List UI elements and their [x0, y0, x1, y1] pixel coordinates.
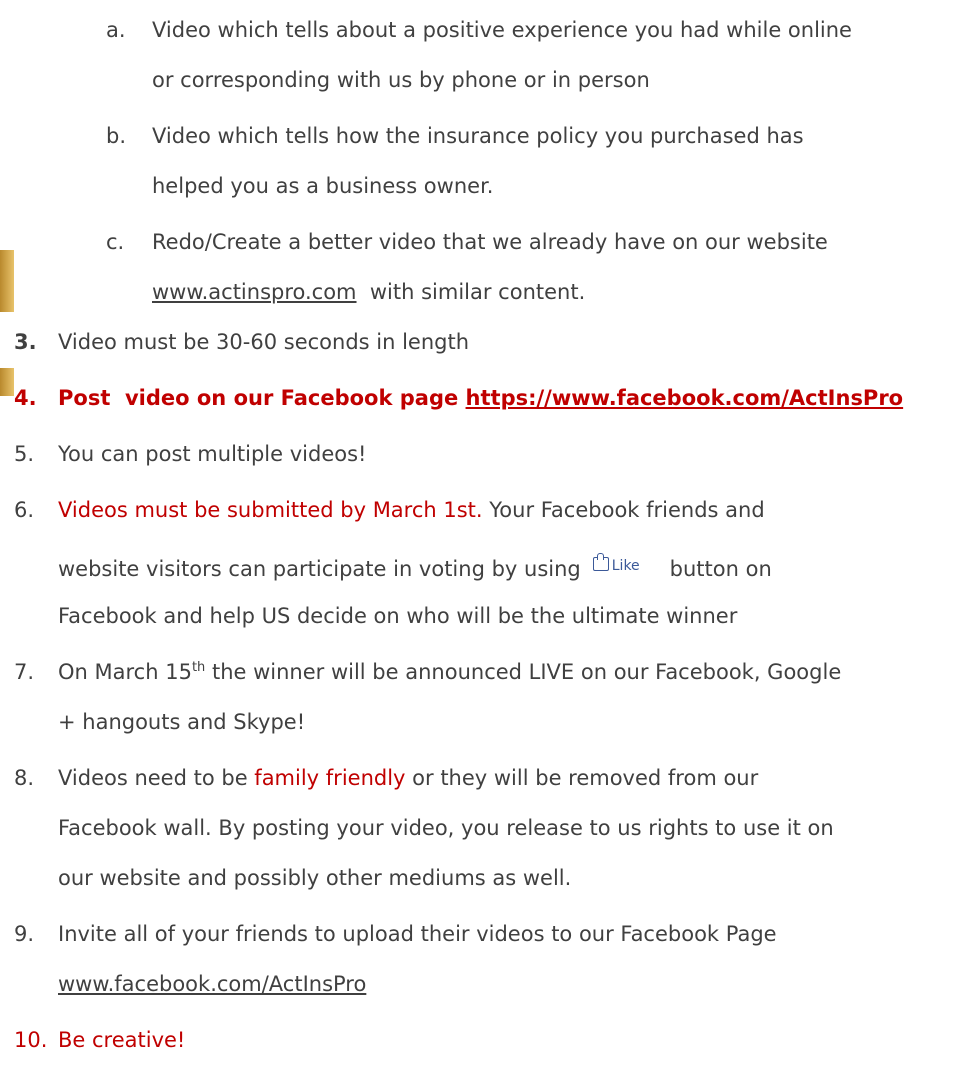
- item-4-number: 4.: [14, 386, 37, 410]
- item-3-text: Video must be 30-60 seconds in length: [58, 330, 470, 354]
- item-10-text: Be creative!: [58, 1028, 186, 1052]
- facebook-page-link[interactable]: https://www.facebook.com/ActInsPro: [466, 386, 904, 410]
- item-7-post: the winner will be announced LIVE on our…: [205, 660, 842, 684]
- item-8-number: 8.: [14, 766, 35, 790]
- item-8-pre: Videos need to be: [58, 766, 255, 790]
- facebook-link[interactable]: www.facebook.com/ActInsPro: [58, 972, 366, 996]
- sub-item-c-rest: with similar content.: [369, 280, 586, 304]
- item-9-line1: Invite all of your friends to upload the…: [58, 922, 777, 946]
- item-5-number: 5.: [14, 442, 35, 466]
- item-6-line2: website visitors can participate in voti…: [58, 552, 772, 583]
- item-10-number: 10.: [14, 1028, 48, 1052]
- item-7-line2: + hangouts and Skype!: [58, 710, 306, 734]
- sub-item-a-letter: a.: [106, 18, 126, 42]
- sub-item-a-line1: Video which tells about a positive exper…: [152, 18, 852, 42]
- item-6-number: 6.: [14, 498, 35, 522]
- item-6-line1: Videos must be submitted by March 1st. Y…: [58, 496, 765, 524]
- item-4-line: Post video on our Facebook page https://…: [58, 384, 903, 412]
- sub-item-b-line2: helped you as a business owner.: [152, 174, 494, 198]
- item-9-line2: www.facebook.com/ActInsPro: [58, 970, 366, 998]
- item-6-text1: Your Facebook friends and: [482, 498, 765, 522]
- item-3-number: 3.: [14, 330, 37, 354]
- item-7-line1: On March 15th the winner will be announc…: [58, 658, 841, 686]
- thumbs-up-icon: [592, 553, 609, 571]
- sub-item-c-line1: Redo/Create a better video that we alrea…: [152, 230, 828, 254]
- item-6-line2-pre: website visitors can participate in voti…: [58, 557, 581, 581]
- item-8-line2: Facebook wall. By posting your video, yo…: [58, 816, 834, 840]
- item-7-sup: th: [191, 660, 206, 675]
- like-button[interactable]: Like: [592, 552, 640, 580]
- sub-item-c-letter: c.: [106, 230, 125, 254]
- item-8-line1: Videos need to be family friendly or the…: [58, 764, 758, 792]
- item-7-number: 7.: [14, 660, 35, 684]
- sub-item-b-line1: Video which tells how the insurance poli…: [152, 124, 804, 148]
- website-link[interactable]: www.actinspro.com: [152, 280, 357, 304]
- item-6-line2-post: button on: [669, 557, 772, 581]
- decorative-graphic-lower: [0, 368, 14, 396]
- sub-item-a-line2: or corresponding with us by phone or in …: [152, 68, 650, 92]
- item-7-pre: On March 15: [58, 660, 192, 684]
- item-6-deadline: Videos must be submitted by March 1st.: [58, 498, 483, 522]
- decorative-graphic: [0, 250, 14, 312]
- item-5-text: You can post multiple videos!: [58, 442, 367, 466]
- item-8-highlight: family friendly: [254, 766, 406, 790]
- sub-item-b-letter: b.: [106, 124, 127, 148]
- like-label: Like: [611, 558, 640, 574]
- item-6-line3: Facebook and help US decide on who will …: [58, 604, 738, 628]
- item-4-text: Post video on our Facebook page: [58, 386, 466, 410]
- item-8-post: or they will be removed from our: [405, 766, 759, 790]
- item-9-number: 9.: [14, 922, 35, 946]
- sub-item-c-line2: www.actinspro.com with similar content.: [152, 278, 585, 306]
- item-8-line3: our website and possibly other mediums a…: [58, 866, 572, 890]
